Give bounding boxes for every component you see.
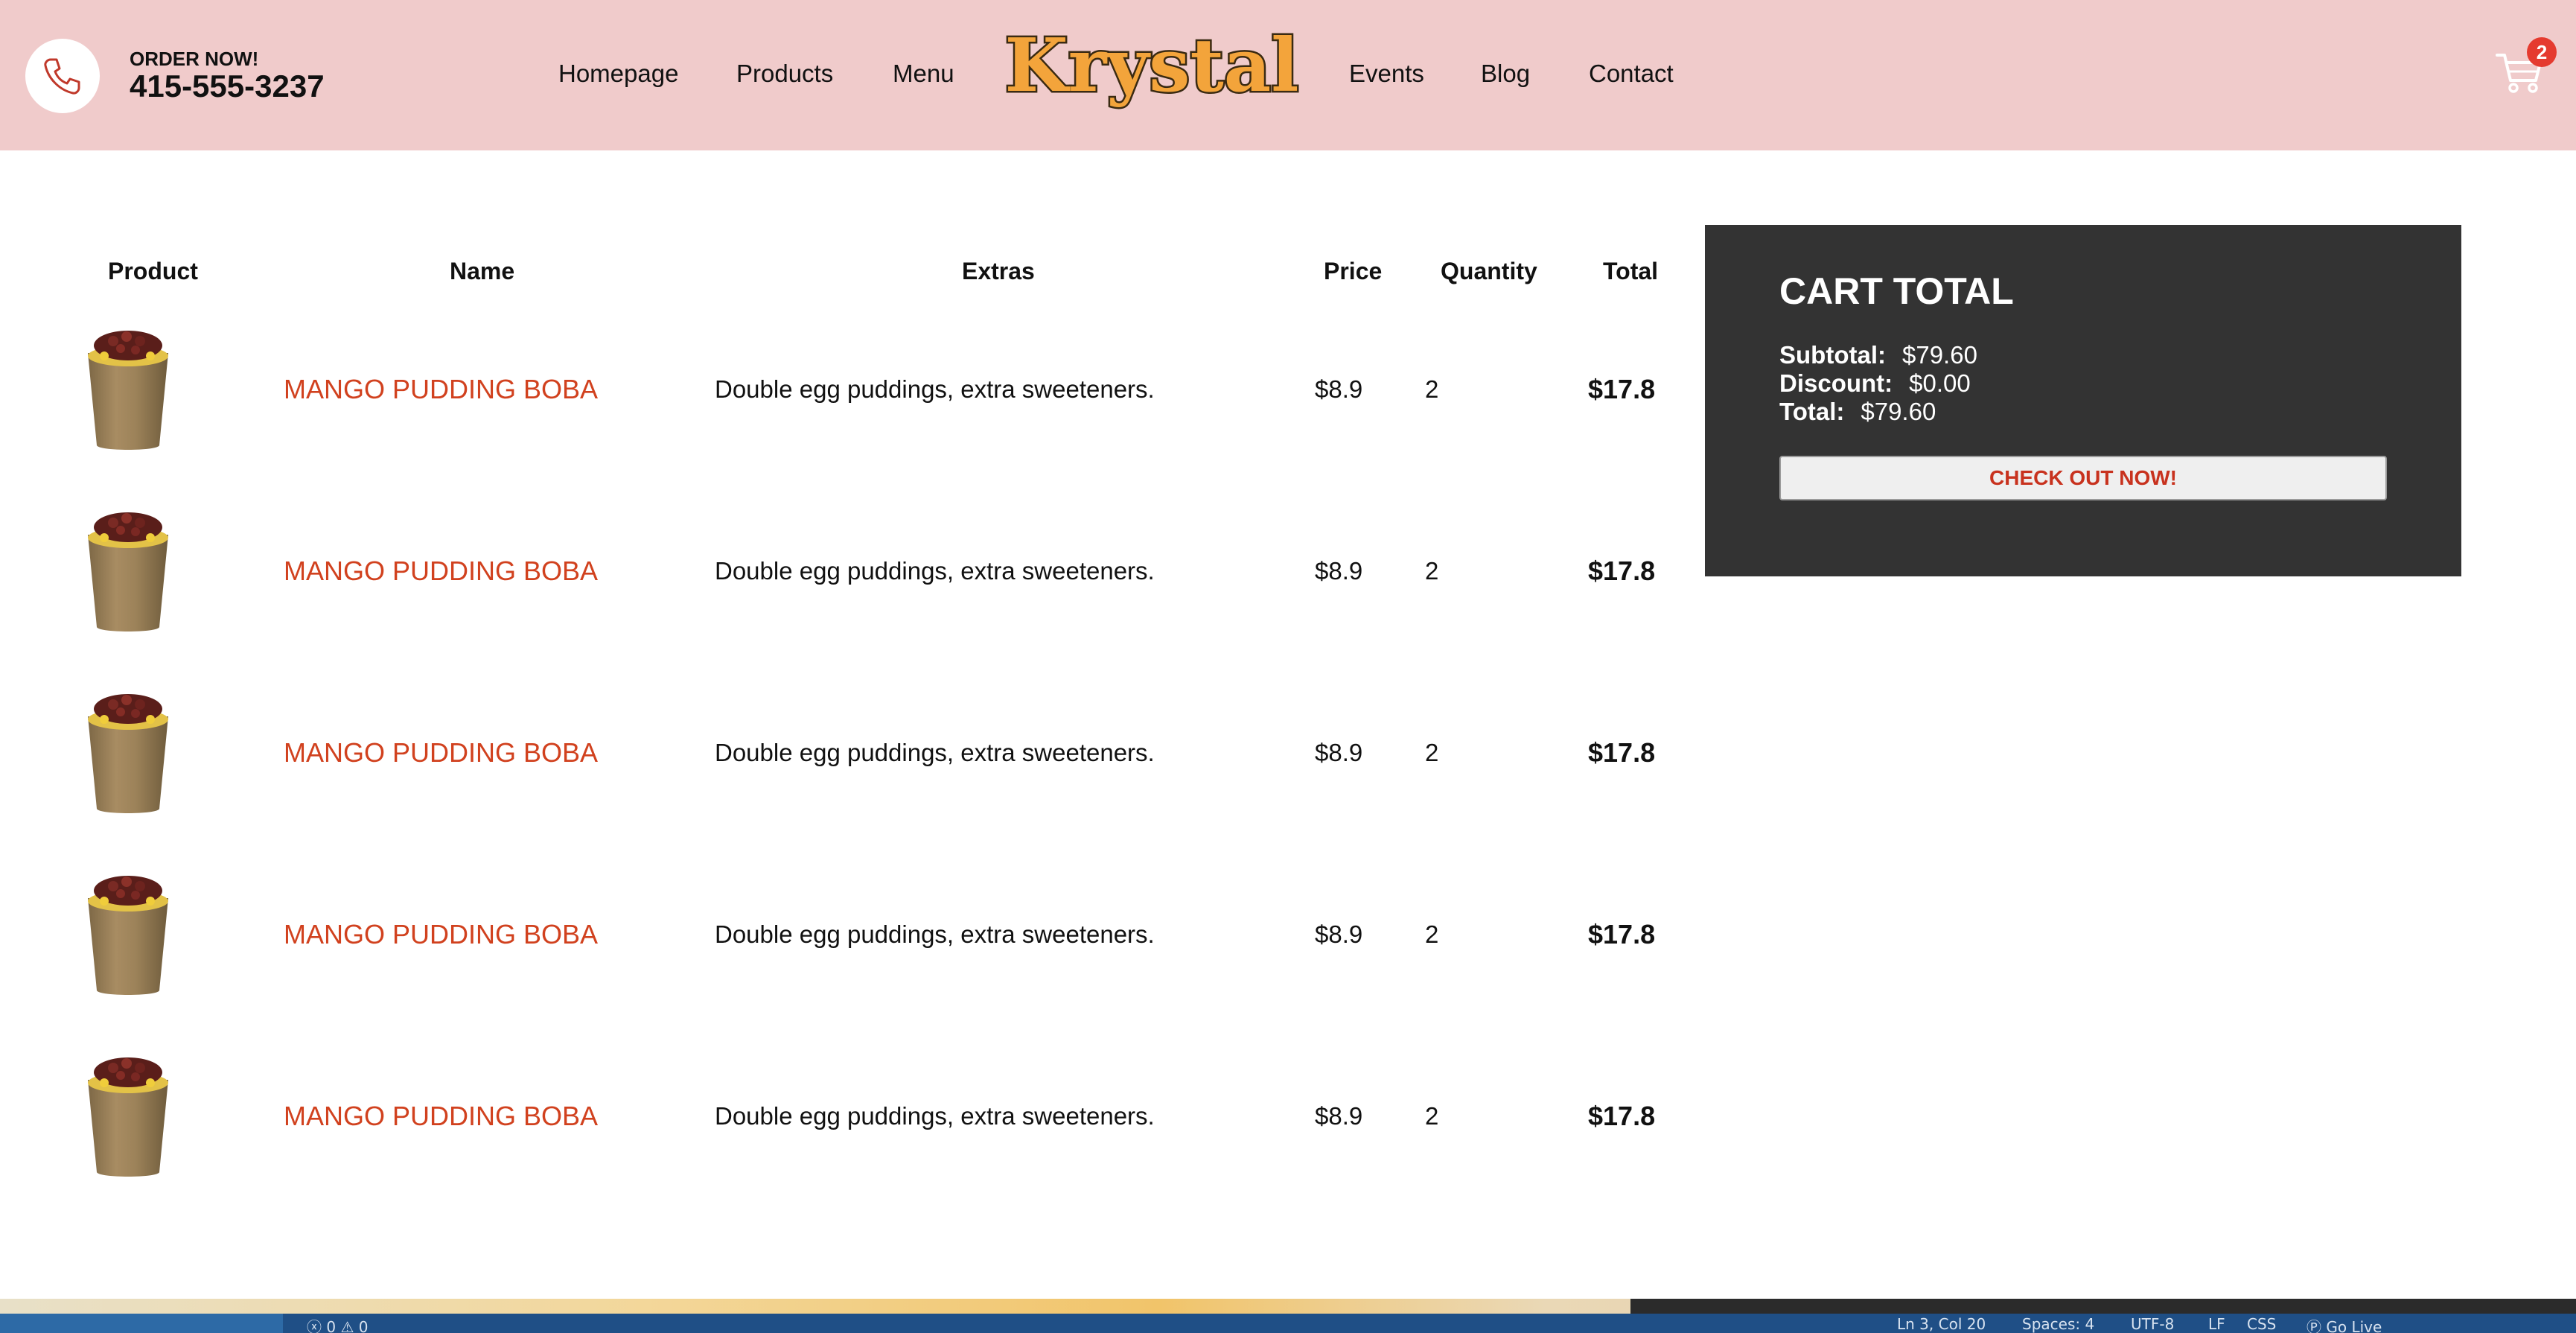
background-dark-strip <box>1630 1299 2576 1314</box>
product-extras: Double egg puddings, extra sweeteners. <box>715 1102 1155 1130</box>
phone-icon <box>44 58 80 95</box>
table-row: MANGO PUDDING BOBA Double egg puddings, … <box>0 687 1683 868</box>
product-name[interactable]: MANGO PUDDING BOBA <box>284 919 598 950</box>
product-image <box>88 1057 168 1177</box>
navbar: ORDER NOW! 415-555-3237 Homepage Product… <box>0 0 2576 150</box>
product-total: $17.8 <box>1588 919 1656 949</box>
product-price: $8.9 <box>1315 557 1363 585</box>
product-quantity[interactable]: 2 <box>1425 375 1438 404</box>
status-go-live[interactable]: Ⓟ Go Live <box>2306 1315 2382 1333</box>
product-price: $8.9 <box>1315 375 1363 403</box>
total-line: Total: $79.60 <box>1779 398 1936 426</box>
cart-total-panel: CART TOTAL Subtotal: $79.60 Discount: $0.0… <box>1705 225 2461 576</box>
status-eol[interactable]: LF <box>2208 1315 2225 1333</box>
discount-label: Discount: <box>1779 369 1893 397</box>
phone-button[interactable] <box>25 39 100 113</box>
total-value: $79.60 <box>1861 398 1936 425</box>
product-total: $17.8 <box>1588 737 1656 768</box>
status-spaces[interactable]: Spaces: 4 <box>2022 1315 2094 1333</box>
cart-button[interactable]: 2 <box>2494 37 2561 104</box>
product-image <box>88 512 168 631</box>
checkout-button[interactable]: CHECK OUT NOW! <box>1779 456 2387 500</box>
product-extras: Double egg puddings, extra sweeteners. <box>715 375 1155 403</box>
product-extras: Double egg puddings, extra sweeteners. <box>715 920 1155 948</box>
product-extras: Double egg puddings, extra sweeteners. <box>715 557 1155 585</box>
product-quantity[interactable]: 2 <box>1425 557 1438 585</box>
product-quantity[interactable]: 2 <box>1425 1102 1438 1130</box>
nav-products[interactable]: Products <box>736 60 833 88</box>
table-row: MANGO PUDDING BOBA Double egg puddings, … <box>0 323 1683 505</box>
discount-line: Discount: $0.00 <box>1779 369 1971 398</box>
product-quantity[interactable]: 2 <box>1425 739 1438 767</box>
product-name[interactable]: MANGO PUDDING BOBA <box>284 1101 598 1132</box>
nav-contact[interactable]: Contact <box>1589 60 1674 88</box>
product-price: $8.9 <box>1315 739 1363 766</box>
product-price: $8.9 <box>1315 920 1363 948</box>
nav-menu[interactable]: Menu <box>893 60 954 88</box>
column-header-quantity: Quantity <box>1441 258 1537 284</box>
total-label: Total: <box>1779 398 1845 425</box>
product-name[interactable]: MANGO PUDDING BOBA <box>284 556 598 587</box>
product-price: $8.9 <box>1315 1102 1363 1130</box>
nav-blog[interactable]: Blog <box>1481 60 1530 88</box>
cart-total-title: CART TOTAL <box>1779 270 2014 312</box>
nav-events[interactable]: Events <box>1349 60 1424 88</box>
cart-count-badge: 2 <box>2527 37 2557 67</box>
phone-number[interactable]: 415-555-3237 <box>130 69 325 104</box>
product-quantity[interactable]: 2 <box>1425 920 1438 949</box>
column-header-price: Price <box>1324 258 1383 284</box>
status-encoding[interactable]: UTF-8 <box>2131 1315 2174 1333</box>
status-bar-remote[interactable] <box>0 1314 283 1333</box>
product-image <box>88 694 168 813</box>
status-problems[interactable]: ⓧ 0 ⚠ 0 <box>307 1315 368 1333</box>
table-row: MANGO PUDDING BOBA Double egg puddings, … <box>0 1050 1683 1232</box>
column-header-name: Name <box>450 258 515 284</box>
product-name[interactable]: MANGO PUDDING BOBA <box>284 737 598 769</box>
column-header-extras: Extras <box>962 258 1035 284</box>
status-cursor-position[interactable]: Ln 3, Col 20 <box>1897 1315 1986 1333</box>
column-header-product: Product <box>108 258 198 284</box>
discount-value: $0.00 <box>1909 369 1971 397</box>
product-total: $17.8 <box>1588 374 1656 404</box>
product-image <box>88 876 168 995</box>
product-total: $17.8 <box>1588 1101 1656 1131</box>
table-row: MANGO PUDDING BOBA Double egg puddings, … <box>0 505 1683 687</box>
order-now-label: ORDER NOW! <box>130 48 259 70</box>
product-name[interactable]: MANGO PUDDING BOBA <box>284 374 598 405</box>
subtotal-line: Subtotal: $79.60 <box>1779 341 1977 369</box>
table-row: MANGO PUDDING BOBA Double egg puddings, … <box>0 868 1683 1050</box>
subtotal-label: Subtotal: <box>1779 341 1886 369</box>
subtotal-value: $79.60 <box>1901 341 1977 369</box>
product-total: $17.8 <box>1588 556 1656 586</box>
product-extras: Double egg puddings, extra sweeteners. <box>715 739 1155 766</box>
logo-text: Krystal <box>1005 30 1299 109</box>
nav-homepage[interactable]: Homepage <box>558 60 678 88</box>
column-header-total: Total <box>1603 258 1659 284</box>
product-image <box>88 331 168 450</box>
editor-status-bar: ⓧ 0 ⚠ 0 Ln 3, Col 20 Spaces: 4 UTF-8 LF … <box>0 1314 2576 1333</box>
krystal-logo[interactable]: Krystal <box>992 30 1312 119</box>
status-language[interactable]: CSS <box>2247 1315 2276 1333</box>
